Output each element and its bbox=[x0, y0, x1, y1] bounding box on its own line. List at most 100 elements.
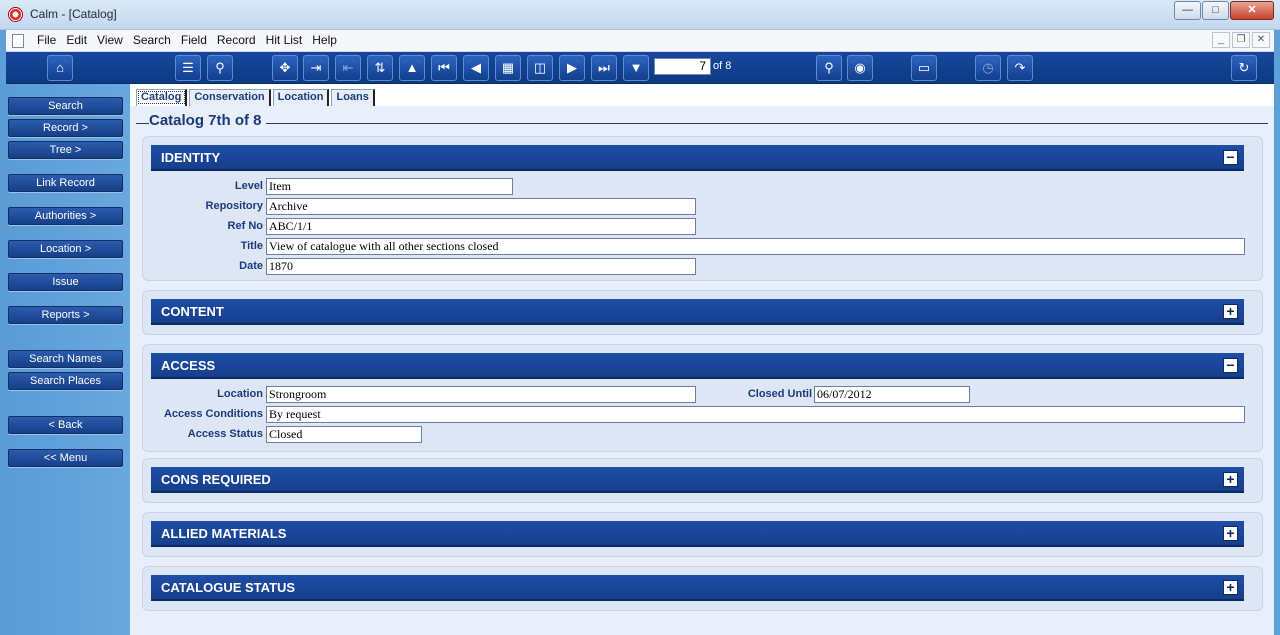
access-section: ACCESS − Location Strongroom Closed Unti… bbox=[142, 344, 1263, 452]
record-count: of 8 bbox=[713, 60, 732, 72]
identity-section: IDENTITY − Level Item Repository Archive… bbox=[142, 136, 1263, 281]
next-field-icon[interactable]: ⇥ bbox=[303, 55, 329, 81]
database-icon[interactable]: ☰ bbox=[175, 55, 201, 81]
tab-conservation[interactable]: Conservation bbox=[189, 89, 271, 106]
allied-materials-title: ALLIED MATERIALS bbox=[161, 526, 287, 541]
refno-field[interactable]: ABC/1/1 bbox=[266, 218, 696, 235]
title-label: Title bbox=[240, 240, 263, 252]
menu-record[interactable]: Record bbox=[217, 33, 256, 47]
next-record-icon[interactable]: ▶ bbox=[559, 55, 585, 81]
menu-file[interactable]: File bbox=[37, 33, 56, 47]
record-number-input[interactable]: 7 bbox=[654, 58, 711, 75]
list-view-icon[interactable]: ▦ bbox=[495, 55, 521, 81]
closed-until-field[interactable]: 06/07/2012 bbox=[814, 386, 970, 403]
child-restore-button[interactable]: ❐ bbox=[1232, 32, 1250, 48]
collapse-icon[interactable]: − bbox=[1223, 150, 1238, 165]
title-bar: Calm - [Catalog] — □ ✕ bbox=[0, 0, 1280, 30]
tab-catalog[interactable]: Catalog bbox=[136, 89, 188, 106]
minimize-button[interactable]: — bbox=[1174, 1, 1201, 20]
cons-required-title: CONS REQUIRED bbox=[161, 472, 271, 487]
collapse-icon[interactable]: − bbox=[1223, 358, 1238, 373]
sidebar-tree-button[interactable]: Tree > bbox=[8, 141, 123, 159]
sidebar-back-button[interactable]: < Back bbox=[8, 416, 123, 434]
sort-icon[interactable]: ⇅ bbox=[367, 55, 393, 81]
tab-location[interactable]: Location bbox=[272, 89, 330, 106]
access-conditions-field[interactable]: By request bbox=[266, 406, 1245, 423]
sidebar-issue-button[interactable]: Issue bbox=[8, 273, 123, 291]
history-icon[interactable]: ◷ bbox=[975, 55, 1001, 81]
toolbar: ⌂ ☰ ⚲ ✥ ⇥ ⇤ ⇅ ▲ ⏮ ◀ ▦ ◫ ▶ ⏭ ▼ 7 of 8 ⚲ ◉… bbox=[6, 52, 1274, 84]
level-field[interactable]: Item bbox=[266, 178, 513, 195]
maximize-button[interactable]: □ bbox=[1202, 1, 1229, 20]
home-icon[interactable]: ⌂ bbox=[47, 55, 73, 81]
title-field[interactable]: View of catalogue with all other section… bbox=[266, 238, 1245, 255]
menu-hit-list[interactable]: Hit List bbox=[266, 33, 303, 47]
first-record-icon[interactable]: ⏮ bbox=[431, 55, 457, 81]
repository-label: Repository bbox=[205, 200, 263, 212]
document-icon[interactable] bbox=[12, 34, 24, 48]
zoom-icon[interactable]: ⚲ bbox=[816, 55, 842, 81]
cons-required-header[interactable]: CONS REQUIRED + bbox=[151, 467, 1244, 493]
child-minimize-button[interactable]: _ bbox=[1212, 32, 1230, 48]
tab-bar: Catalog Conservation Location Loans bbox=[136, 89, 377, 106]
expand-icon[interactable]: + bbox=[1223, 580, 1238, 595]
menu-edit[interactable]: Edit bbox=[66, 33, 87, 47]
previous-record-icon[interactable]: ◀ bbox=[463, 55, 489, 81]
previous-field-icon[interactable]: ⇤ bbox=[335, 55, 361, 81]
identity-title: IDENTITY bbox=[161, 150, 221, 165]
cons-required-section: CONS REQUIRED + bbox=[142, 458, 1263, 503]
search-database-icon[interactable]: ⚲ bbox=[207, 55, 233, 81]
content-section: CONTENT + bbox=[142, 290, 1263, 335]
content-title: CONTENT bbox=[161, 304, 224, 319]
menu-search[interactable]: Search bbox=[133, 33, 171, 47]
menu-bar: File Edit View Search Field Record Hit L… bbox=[6, 30, 1274, 52]
access-conditions-label: Access Conditions bbox=[163, 408, 263, 420]
close-button[interactable]: ✕ bbox=[1230, 1, 1274, 20]
content-header[interactable]: CONTENT + bbox=[151, 299, 1244, 325]
sidebar-search-names-button[interactable]: Search Names bbox=[8, 350, 123, 368]
allied-materials-section: ALLIED MATERIALS + bbox=[142, 512, 1263, 557]
main-area: Catalog Conservation Location Loans Cata… bbox=[130, 84, 1274, 635]
expand-icon[interactable]: ✥ bbox=[272, 55, 298, 81]
expand-icon[interactable]: + bbox=[1223, 304, 1238, 319]
catalogue-status-header[interactable]: CATALOGUE STATUS + bbox=[151, 575, 1244, 601]
child-close-button[interactable]: ✕ bbox=[1252, 32, 1270, 48]
identity-header[interactable]: IDENTITY − bbox=[151, 145, 1244, 171]
sidebar-authorities-button[interactable]: Authorities > bbox=[8, 207, 123, 225]
record-view-icon[interactable]: ◫ bbox=[527, 55, 553, 81]
access-status-field[interactable]: Closed bbox=[266, 426, 422, 443]
location-field[interactable]: Strongroom bbox=[266, 386, 696, 403]
access-header[interactable]: ACCESS − bbox=[151, 353, 1244, 379]
expand-icon[interactable]: + bbox=[1223, 526, 1238, 541]
sidebar-search-button[interactable]: Search bbox=[8, 97, 123, 115]
menu-help[interactable]: Help bbox=[312, 33, 337, 47]
menu-field[interactable]: Field bbox=[181, 33, 207, 47]
sidebar-search-places-button[interactable]: Search Places bbox=[8, 372, 123, 390]
refno-label: Ref No bbox=[227, 220, 263, 232]
sidebar-reports-button[interactable]: Reports > bbox=[8, 306, 123, 324]
access-status-label: Access Status bbox=[187, 428, 263, 440]
dropdown-arrow-icon[interactable]: ▼ bbox=[623, 55, 649, 81]
menu-view[interactable]: View bbox=[97, 33, 123, 47]
repository-field[interactable]: Archive bbox=[266, 198, 696, 215]
tab-loans[interactable]: Loans bbox=[331, 89, 375, 106]
date-field[interactable]: 1870 bbox=[266, 258, 696, 275]
last-record-icon[interactable]: ⏭ bbox=[591, 55, 617, 81]
window-title: Calm - [Catalog] bbox=[30, 7, 117, 21]
app-icon bbox=[8, 7, 23, 22]
page-heading: Catalog 7th of 8 bbox=[136, 109, 1268, 131]
refresh-icon[interactable]: ↻ bbox=[1231, 55, 1257, 81]
expand-icon[interactable]: + bbox=[1223, 472, 1238, 487]
catalogue-status-title: CATALOGUE STATUS bbox=[161, 580, 296, 595]
sidebar-location-button[interactable]: Location > bbox=[8, 240, 123, 258]
page-title: Catalog 7th of 8 bbox=[149, 112, 266, 129]
book-icon[interactable]: ▭ bbox=[911, 55, 937, 81]
allied-materials-header[interactable]: ALLIED MATERIALS + bbox=[151, 521, 1244, 547]
sidebar-menu-button[interactable]: << Menu bbox=[8, 449, 123, 467]
up-arrow-icon[interactable]: ▲ bbox=[399, 55, 425, 81]
date-label: Date bbox=[239, 260, 263, 272]
redo-icon[interactable]: ↷ bbox=[1007, 55, 1033, 81]
eye-icon[interactable]: ◉ bbox=[847, 55, 873, 81]
sidebar-link-record-button[interactable]: Link Record bbox=[8, 174, 123, 192]
sidebar-record-button[interactable]: Record > bbox=[8, 119, 123, 137]
